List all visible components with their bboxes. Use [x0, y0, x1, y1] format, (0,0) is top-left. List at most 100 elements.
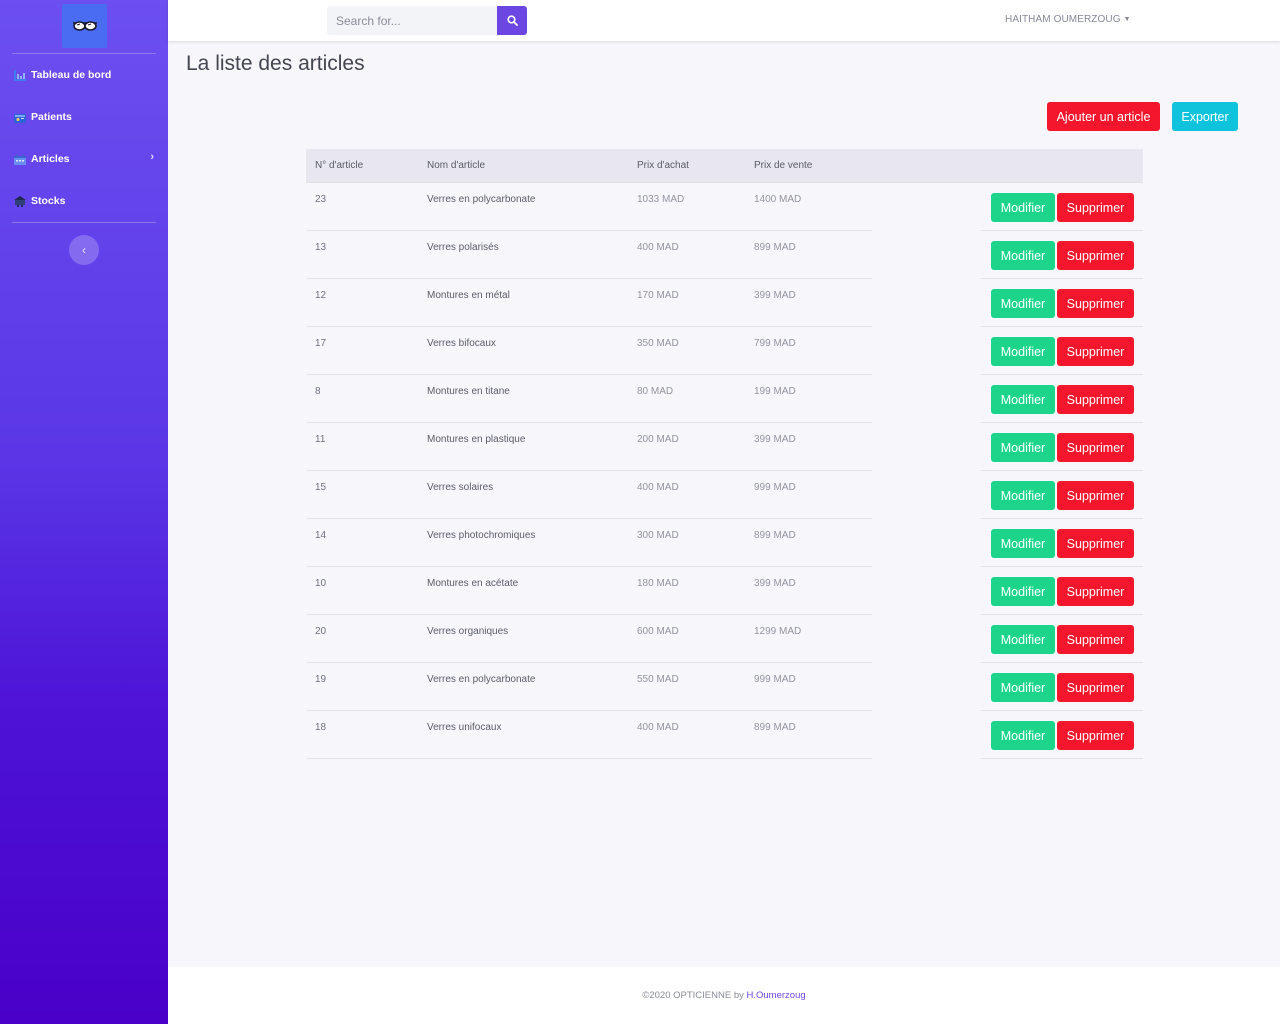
edit-button[interactable]: Modifier [991, 385, 1055, 414]
table-row: 14 Verres photochromiques 300 MAD 899 MAD Mo… [306, 519, 1143, 567]
article-name: Verres bifocaux [427, 338, 496, 349]
delete-button[interactable]: Supprimer [1057, 481, 1134, 510]
delete-button[interactable]: Supprimer [1057, 385, 1134, 414]
footer: ©2020 OPTICIENNE by H.Oumerzoug [168, 967, 1280, 1024]
article-buy-price: 80 MAD [637, 386, 674, 397]
table-row: 18 Verres unifocaux 400 MAD 899 MAD Modifier… [306, 711, 1143, 759]
table-row: 17 Verres bifocaux 350 MAD 799 MAD Modifier S… [306, 327, 1143, 375]
article-id: 11 [315, 434, 326, 445]
export-button[interactable]: Exporter [1172, 102, 1238, 131]
user-menu[interactable]: HAITHAM OUMERZOUG ▼ [1005, 14, 1131, 25]
table-row: 15 Verres solaires 400 MAD 999 MAD Modifier S… [306, 471, 1143, 519]
article-sell-price: 899 MAD [754, 242, 796, 253]
article-name: Verres solaires [427, 482, 494, 493]
article-id: 13 [315, 242, 327, 253]
article-id: 18 [315, 722, 327, 733]
article-sell-price: 399 MAD [754, 290, 796, 301]
article-buy-price: 600 MAD [637, 626, 679, 637]
edit-button[interactable]: Modifier [991, 193, 1055, 222]
topbar: HAITHAM OUMERZOUG▼ [168, 0, 1280, 41]
article-name: Montures en acétate [427, 578, 519, 589]
delete-button[interactable]: Supprimer [1057, 577, 1134, 606]
article-sell-price: 899 MAD [754, 530, 796, 541]
article-name: Verres unifocaux [427, 722, 502, 733]
article-buy-price: 180 MAD [637, 578, 679, 589]
sidebar-item-label: Articles [31, 153, 70, 165]
footer-text: ©2020 OPTICIENNE by [642, 990, 744, 1001]
caret-down-icon: ▼ [1123, 16, 1131, 23]
delete-button[interactable]: Supprimer [1057, 193, 1134, 222]
article-name: Verres en polycarbonate [427, 194, 536, 205]
delete-button[interactable]: Supprimer [1057, 289, 1134, 318]
delete-button[interactable]: Supprimer [1057, 241, 1134, 270]
sidebar-item-label: Stocks [31, 195, 66, 207]
article-sell-price: 799 MAD [754, 338, 796, 349]
article-sell-price: 999 MAD [754, 674, 796, 685]
article-name: Montures en titane [427, 386, 510, 397]
sidebar-item-stocks[interactable]: Stocks [14, 191, 158, 211]
edit-button[interactable]: Modifier [991, 337, 1055, 366]
edit-button[interactable]: Modifier [991, 241, 1055, 270]
edit-button[interactable]: Modifier [991, 721, 1055, 750]
warehouse-icon [14, 195, 26, 207]
glasses-icon [72, 21, 97, 31]
column-header-buy-price[interactable]: Prix d'achat [637, 160, 689, 171]
article-buy-price: 300 MAD [637, 530, 679, 541]
user-card-icon [14, 112, 26, 123]
article-buy-price: 400 MAD [637, 242, 679, 253]
delete-button[interactable]: Supprimer [1057, 721, 1134, 750]
sidebar-item-patients[interactable]: Patients [14, 107, 158, 127]
add-article-button[interactable]: Ajouter un article [1047, 102, 1160, 131]
table-header: N° d'article Nom d'article Prix d'achat … [306, 149, 1143, 183]
article-id: 20 [315, 626, 327, 637]
table-row: 11 Montures en plastique 200 MAD 399 MAD Mod… [306, 423, 1143, 471]
edit-button[interactable]: Modifier [991, 289, 1055, 318]
chevron-left-icon: ‹ [82, 243, 86, 257]
article-sell-price: 399 MAD [754, 434, 796, 445]
article-sell-price: 999 MAD [754, 482, 796, 493]
sidebar-divider [12, 222, 156, 223]
article-buy-price: 200 MAD [637, 434, 679, 445]
sidebar-item-dashboard[interactable]: Tableau de bord [14, 65, 158, 85]
search-button[interactable] [497, 6, 527, 35]
edit-button[interactable]: Modifier [991, 577, 1055, 606]
table-row: 20 Verres organiques 600 MAD 1299 MAD Modifi… [306, 615, 1143, 663]
brand-logo[interactable] [62, 4, 107, 48]
edit-button[interactable]: Modifier [991, 529, 1055, 558]
sidebar-item-articles[interactable]: Articles › [14, 149, 158, 169]
footer-author-link[interactable]: H.Oumerzoug [747, 990, 806, 1001]
article-buy-price: 1033 MAD [637, 194, 685, 205]
column-header-id[interactable]: N° d'article [315, 160, 363, 171]
row-divider [981, 758, 1143, 759]
edit-button[interactable]: Modifier [991, 625, 1055, 654]
article-id: 23 [315, 194, 327, 205]
table-body: 23 Verres en polycarbonate 1033 MAD 1400 MA… [306, 183, 1143, 759]
chart-bar-icon [14, 69, 26, 81]
article-buy-price: 400 MAD [637, 722, 679, 733]
delete-button[interactable]: Supprimer [1057, 529, 1134, 558]
delete-button[interactable]: Supprimer [1057, 337, 1134, 366]
sidebar-item-label: Tableau de bord [31, 69, 112, 81]
article-name: Verres polarisés [427, 242, 499, 253]
article-buy-price: 400 MAD [637, 482, 679, 493]
chevron-right-icon: › [150, 151, 154, 163]
sidebar-item-label: Patients [31, 111, 72, 123]
sidebar-toggle-button[interactable]: ‹ [69, 235, 99, 265]
column-header-sell-price[interactable]: Prix de vente [754, 160, 812, 171]
search-input[interactable] [327, 6, 497, 35]
delete-button[interactable]: Supprimer [1057, 433, 1134, 462]
article-id: 12 [315, 290, 327, 301]
edit-button[interactable]: Modifier [991, 481, 1055, 510]
row-divider [306, 758, 872, 759]
article-name: Montures en plastique [427, 434, 526, 445]
column-header-name[interactable]: Nom d'article [427, 160, 485, 171]
table-row: 8 Montures en titane 80 MAD 199 MAD Modifier… [306, 375, 1143, 423]
delete-button[interactable]: Supprimer [1057, 625, 1134, 654]
edit-button[interactable]: Modifier [991, 673, 1055, 702]
delete-button[interactable]: Supprimer [1057, 673, 1134, 702]
table-row: 10 Montures en acétate 180 MAD 399 MAD Modif… [306, 567, 1143, 615]
articles-table: N° d'article Nom d'article Prix d'achat … [306, 149, 1143, 759]
user-name: HAITHAM OUMERZOUG [1005, 14, 1121, 25]
table-row: 19 Verres en polycarbonate 550 MAD 999 MAD M… [306, 663, 1143, 711]
edit-button[interactable]: Modifier [991, 433, 1055, 462]
